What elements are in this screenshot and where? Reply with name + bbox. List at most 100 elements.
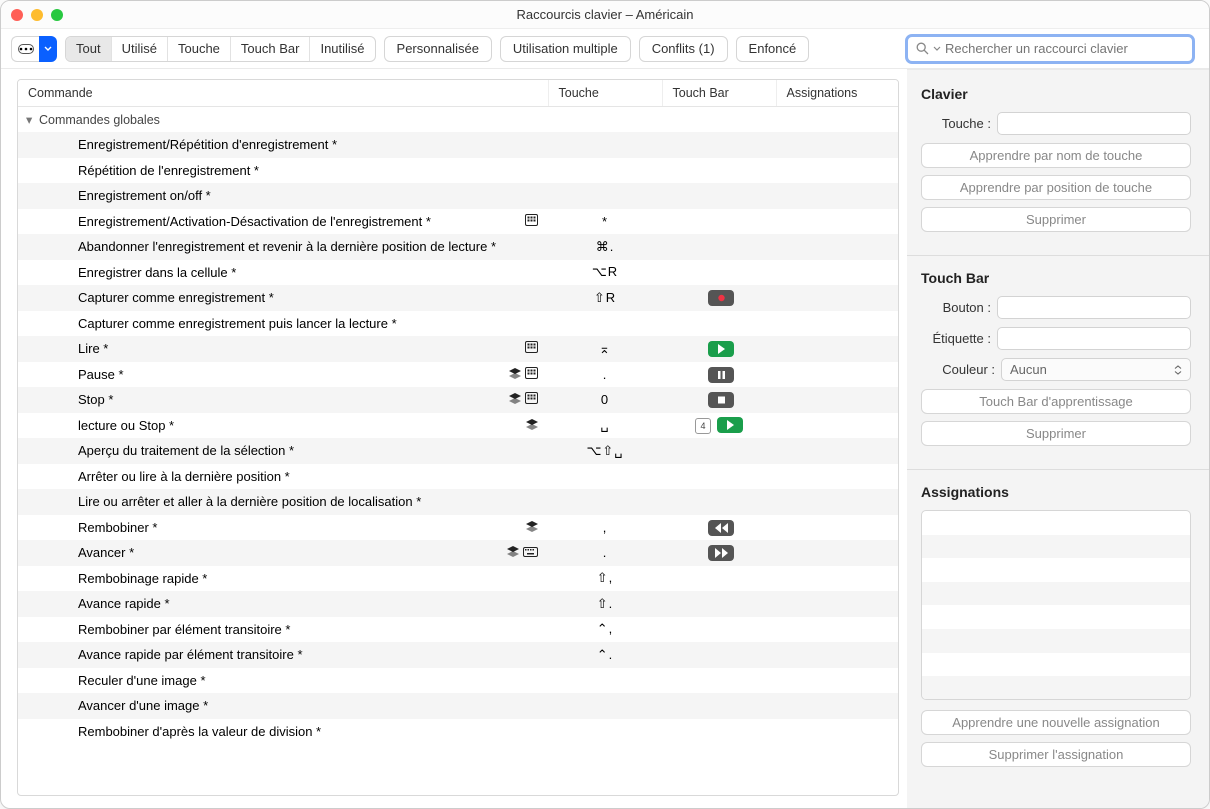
table-row[interactable]: Aperçu du traitement de la sélection *⌥⇧… xyxy=(18,438,898,464)
numpad-icon xyxy=(525,341,538,353)
key-cell: ⌥R xyxy=(548,260,662,286)
assignments-cell xyxy=(776,336,898,362)
learn-touchbar-button[interactable]: Touch Bar d'apprentissage xyxy=(921,389,1191,414)
key-cell: ⌃. xyxy=(548,642,662,668)
conflicts-filter-button[interactable]: Conflits (1) xyxy=(639,36,728,62)
assignments-cell xyxy=(776,260,898,286)
learn-by-position-button[interactable]: Apprendre par position de touche xyxy=(921,175,1191,200)
modifier-icons-cell xyxy=(283,438,548,464)
key-cell: . xyxy=(548,540,662,566)
filter-seg-utilisé[interactable]: Utilisé xyxy=(112,37,168,61)
table-row[interactable]: Rembobiner par élément transitoire *⌃, xyxy=(18,617,898,643)
table-row[interactable]: Pause * . xyxy=(18,362,898,388)
assignments-cell xyxy=(776,642,898,668)
window-title: Raccourcis clavier – Américain xyxy=(1,7,1209,22)
key-cell: ⇧, xyxy=(548,566,662,592)
chevron-down-icon[interactable] xyxy=(933,46,941,52)
command-cell: Arrêter ou lire à la dernière position * xyxy=(18,464,283,490)
table-row[interactable]: Lire * ⌅ xyxy=(18,336,898,362)
tb-button-input[interactable] xyxy=(997,296,1191,319)
table-row[interactable]: Capturer comme enregistrement puis lance… xyxy=(18,311,898,337)
assignments-cell xyxy=(776,413,898,439)
touchbar-heading: Touch Bar xyxy=(921,270,1191,286)
multi-use-filter-button[interactable]: Utilisation multiple xyxy=(500,36,631,62)
delete-touchbar-button[interactable]: Supprimer xyxy=(921,421,1191,446)
learn-assignment-button[interactable]: Apprendre une nouvelle assignation xyxy=(921,710,1191,735)
modifier-icons-cell xyxy=(283,515,548,541)
table-row[interactable]: Avancer * . xyxy=(18,540,898,566)
table-row[interactable]: Arrêter ou lire à la dernière position * xyxy=(18,464,898,490)
filter-seg-touch-bar[interactable]: Touch Bar xyxy=(231,37,311,61)
table-row[interactable]: Rembobinage rapide *⇧, xyxy=(18,566,898,592)
layers-icon xyxy=(509,393,521,404)
assignments-cell xyxy=(776,668,898,694)
shortcuts-table-wrap[interactable]: Commande Touche Touch Bar Assignations ▾… xyxy=(17,79,899,796)
table-row[interactable]: Avancer d'une image * xyxy=(18,693,898,719)
key-cell xyxy=(548,489,662,515)
pressed-filter-button[interactable]: Enfoncé xyxy=(736,36,810,62)
table-row[interactable]: Répétition de l'enregistrement * xyxy=(18,158,898,184)
table-row[interactable]: Rembobiner d'après la valeur de division… xyxy=(18,719,898,745)
assignments-heading: Assignations xyxy=(921,484,1191,500)
delete-key-button[interactable]: Supprimer xyxy=(921,207,1191,232)
key-cell xyxy=(548,668,662,694)
table-row[interactable]: Avance rapide par élément transitoire *⌃… xyxy=(18,642,898,668)
touchbar-cell xyxy=(662,719,776,745)
assignments-cell xyxy=(776,489,898,515)
col-command-header[interactable]: Commande xyxy=(18,80,548,107)
touchbar-cell xyxy=(662,158,776,184)
command-cell: Capturer comme enregistrement * xyxy=(18,285,283,311)
modifier-icons-cell xyxy=(283,413,548,439)
table-row[interactable]: lecture ou Stop * ␣4 xyxy=(18,413,898,439)
command-cell: Reculer d'une image * xyxy=(18,668,283,694)
touchbar-cell xyxy=(662,617,776,643)
tb-color-label: Couleur : xyxy=(921,362,995,377)
table-row[interactable]: Capturer comme enregistrement *⇧R xyxy=(18,285,898,311)
table-row[interactable]: Stop * 0 xyxy=(18,387,898,413)
col-touchbar-header[interactable]: Touch Bar xyxy=(662,80,776,107)
ellipsis-icon[interactable] xyxy=(11,36,39,62)
learn-by-name-button[interactable]: Apprendre par nom de touche xyxy=(921,143,1191,168)
table-row[interactable]: Enregistrement on/off * xyxy=(18,183,898,209)
command-cell: Abandonner l'enregistrement et revenir à… xyxy=(18,234,283,260)
search-field[interactable] xyxy=(905,34,1195,64)
key-cell: 0 xyxy=(548,387,662,413)
assignments-cell xyxy=(776,693,898,719)
table-row[interactable]: Avance rapide *⇧. xyxy=(18,591,898,617)
touchbar-cell xyxy=(662,311,776,337)
table-row[interactable]: Rembobiner * , xyxy=(18,515,898,541)
table-row[interactable]: Abandonner l'enregistrement et revenir à… xyxy=(18,234,898,260)
custom-filter-button[interactable]: Personnalisée xyxy=(384,36,492,62)
table-row[interactable]: Enregistrer dans la cellule *⌥R xyxy=(18,260,898,286)
filter-seg-tout[interactable]: Tout xyxy=(66,37,112,61)
numpad-icon xyxy=(525,392,538,404)
tb-color-select[interactable]: Aucun xyxy=(1001,358,1191,381)
key-input[interactable] xyxy=(997,112,1191,135)
command-cell: Enregistrement/Activation-Désactivation … xyxy=(18,209,283,235)
group-row[interactable]: ▾Commandes globales xyxy=(18,107,898,133)
search-input[interactable] xyxy=(945,41,1184,56)
table-row[interactable]: Lire ou arrêter et aller à la dernière p… xyxy=(18,489,898,515)
filter-seg-touche[interactable]: Touche xyxy=(168,37,231,61)
search-icon xyxy=(916,42,929,55)
tb-label-input[interactable] xyxy=(997,327,1191,350)
touchbar-slot-badge: 4 xyxy=(695,418,711,434)
delete-assignment-button[interactable]: Supprimer l'assignation xyxy=(921,742,1191,767)
content: Commande Touche Touch Bar Assignations ▾… xyxy=(1,69,1209,808)
col-key-header[interactable]: Touche xyxy=(548,80,662,107)
assignments-list[interactable] xyxy=(921,510,1191,700)
view-mode-button[interactable] xyxy=(11,36,57,62)
table-row[interactable]: Enregistrement/Répétition d'enregistreme… xyxy=(18,132,898,158)
chevron-down-icon[interactable] xyxy=(39,36,57,62)
assignments-cell xyxy=(776,234,898,260)
modifier-icons-cell xyxy=(283,464,548,490)
assignments-cell xyxy=(776,311,898,337)
key-cell xyxy=(548,158,662,184)
col-assignments-header[interactable]: Assignations xyxy=(776,80,898,107)
filter-seg-inutilisé[interactable]: Inutilisé xyxy=(310,37,374,61)
table-row[interactable]: Enregistrement/Activation-Désactivation … xyxy=(18,209,898,235)
filter-segmented[interactable]: ToutUtiliséToucheTouch BarInutilisé xyxy=(65,36,376,62)
touchbar-cell: 4 xyxy=(662,413,776,439)
layers-icon xyxy=(526,419,538,430)
table-row[interactable]: Reculer d'une image * xyxy=(18,668,898,694)
